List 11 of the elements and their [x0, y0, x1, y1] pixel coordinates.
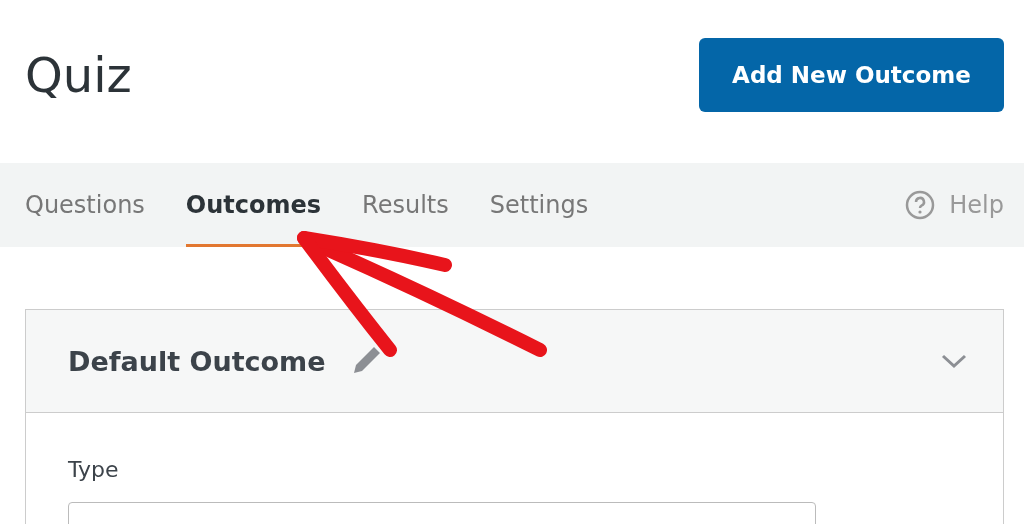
tab[interactable]: Outcomes [185, 163, 322, 247]
help-button[interactable]: Help [905, 163, 1004, 247]
help-icon [905, 190, 936, 220]
tab[interactable]: Settings [489, 163, 589, 247]
chevron-icon[interactable] [941, 353, 967, 369]
page-title: Quiz [25, 47, 132, 103]
tab[interactable]: Results [362, 163, 449, 247]
add-new-outcome-button[interactable]: Add New Outcome [699, 38, 1004, 112]
type-label: Type [68, 457, 120, 482]
tab[interactable]: Questions [25, 163, 145, 247]
outcome-title: Default Outcome [68, 345, 326, 377]
